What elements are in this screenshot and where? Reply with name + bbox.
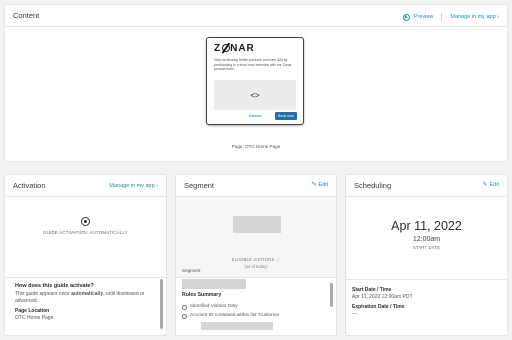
- activation-title: Activation: [13, 181, 46, 190]
- pencil-icon: ✎: [311, 182, 317, 188]
- scheduling-details: Start Date / Time Apr 11, 2022 12:00am P…: [346, 279, 507, 317]
- start-date-caption: START DATE: [412, 245, 441, 250]
- rules-summary-title: Rules Summary: [182, 292, 222, 298]
- code-embed-placeholder: <>: [214, 80, 296, 110]
- scheduling-edit-action[interactable]: ✎ Edit: [482, 181, 499, 189]
- segment-edit-link[interactable]: Edit: [319, 182, 328, 188]
- activation-caption: GUIDE ACTIVATION: AUTOMATICALLY: [43, 230, 128, 235]
- activation-details: How does this guide activate? This guide…: [5, 277, 166, 329]
- book-now-button[interactable]: Book now: [275, 112, 297, 120]
- eligible-visitors-caption: ELIGIBLE VISITORS ⓘ: [231, 257, 281, 262]
- visitor-count-placeholder: [233, 216, 281, 233]
- preview-icon[interactable]: ▶: [402, 13, 410, 21]
- activation-scrollbar[interactable]: [160, 279, 163, 329]
- logo-text-prefix: Z: [214, 43, 222, 54]
- logo-o-mark: [221, 44, 230, 52]
- person-icon: [182, 304, 187, 310]
- target-icon: [81, 217, 90, 226]
- activation-header: Activation Manage in my app ›: [5, 175, 166, 197]
- code-icon: <>: [250, 90, 260, 100]
- guide-message: Help us develop better products and earn…: [214, 58, 292, 72]
- segment-scrollbar[interactable]: [330, 283, 333, 307]
- preview-link[interactable]: Preview: [414, 14, 434, 20]
- header-divider: [441, 13, 443, 21]
- activation-answer: This guide appears once automatically, u…: [15, 291, 155, 304]
- customer-list-placeholder: [201, 322, 273, 330]
- activation-question: How does this guide activate?: [15, 283, 94, 289]
- activation-summary: GUIDE ACTIVATION: AUTOMATICALLY: [5, 217, 166, 235]
- rule-item: Identified Visitors Only: [182, 304, 238, 310]
- answer-text-bold: automatically: [71, 291, 104, 297]
- content-header: Content ▶ Preview Manage in my app ›: [5, 5, 507, 27]
- dismiss-button[interactable]: Dismiss: [249, 114, 262, 118]
- page-caption: Page: OTC Home Page: [231, 144, 281, 149]
- zonar-logo: Z NAR: [214, 43, 255, 54]
- activation-manage-link[interactable]: Manage in my app ›: [109, 183, 158, 189]
- content-panel: Content ▶ Preview Manage in my app › Z NA…: [4, 4, 508, 162]
- start-time-display: 12:00am: [412, 236, 441, 243]
- segment-panel: Segment ✎ Edit ELIGIBLE VISITORS ⓘ (as o…: [175, 174, 337, 336]
- scheduling-title: Scheduling: [354, 181, 392, 190]
- logo-text-suffix: NAR: [230, 43, 255, 54]
- answer-text-pre: This guide appears once: [15, 291, 72, 297]
- segment-label: Segment: [182, 268, 201, 273]
- rule-text: Identified Visitors Only: [190, 304, 238, 309]
- page-location-value: OTC Home Page: [15, 315, 54, 322]
- start-datetime-value: Apr 11, 2022 12:00am PDT: [352, 294, 413, 300]
- scheduling-edit-link[interactable]: Edit: [490, 182, 499, 188]
- rule-text: Account ID contained within list 'Custom…: [190, 313, 280, 318]
- rule-item: Account ID contained within list 'Custom…: [182, 313, 279, 319]
- scheduling-header: Scheduling ✎ Edit: [346, 175, 507, 197]
- start-datetime-label: Start Date / Time: [352, 287, 392, 293]
- scheduling-panel: Scheduling ✎ Edit Apr 11, 2022 12:00am S…: [345, 174, 508, 336]
- expiration-value: —: [352, 311, 357, 317]
- page-location-label: Page Location: [15, 308, 50, 315]
- expiration-label: Expiration Date / Time: [352, 304, 405, 310]
- scheduling-summary: Apr 11, 2022 12:00am START DATE: [346, 197, 507, 280]
- content-title: Content: [13, 11, 40, 20]
- pencil-icon: ✎: [482, 182, 488, 188]
- segment-name-placeholder: [182, 279, 246, 289]
- segment-visitors-summary: ELIGIBLE VISITORS ⓘ (as of today): [176, 197, 336, 278]
- eligible-caption-text: ELIGIBLE VISITORS: [231, 257, 275, 262]
- segment-header: Segment ✎ Edit: [176, 175, 336, 197]
- activation-panel: Activation Manage in my app › GUIDE ACTI…: [4, 174, 167, 336]
- start-date-display: Apr 11, 2022: [391, 219, 462, 233]
- segment-edit-action[interactable]: ✎ Edit: [311, 181, 328, 189]
- account-icon: [182, 313, 187, 319]
- content-manage-link[interactable]: Manage in my app ›: [450, 14, 499, 20]
- content-header-actions: ▶ Preview Manage in my app ›: [402, 13, 499, 21]
- guide-preview-card[interactable]: Z NAR Help us develop better products and…: [207, 38, 303, 124]
- segment-title: Segment: [184, 181, 215, 190]
